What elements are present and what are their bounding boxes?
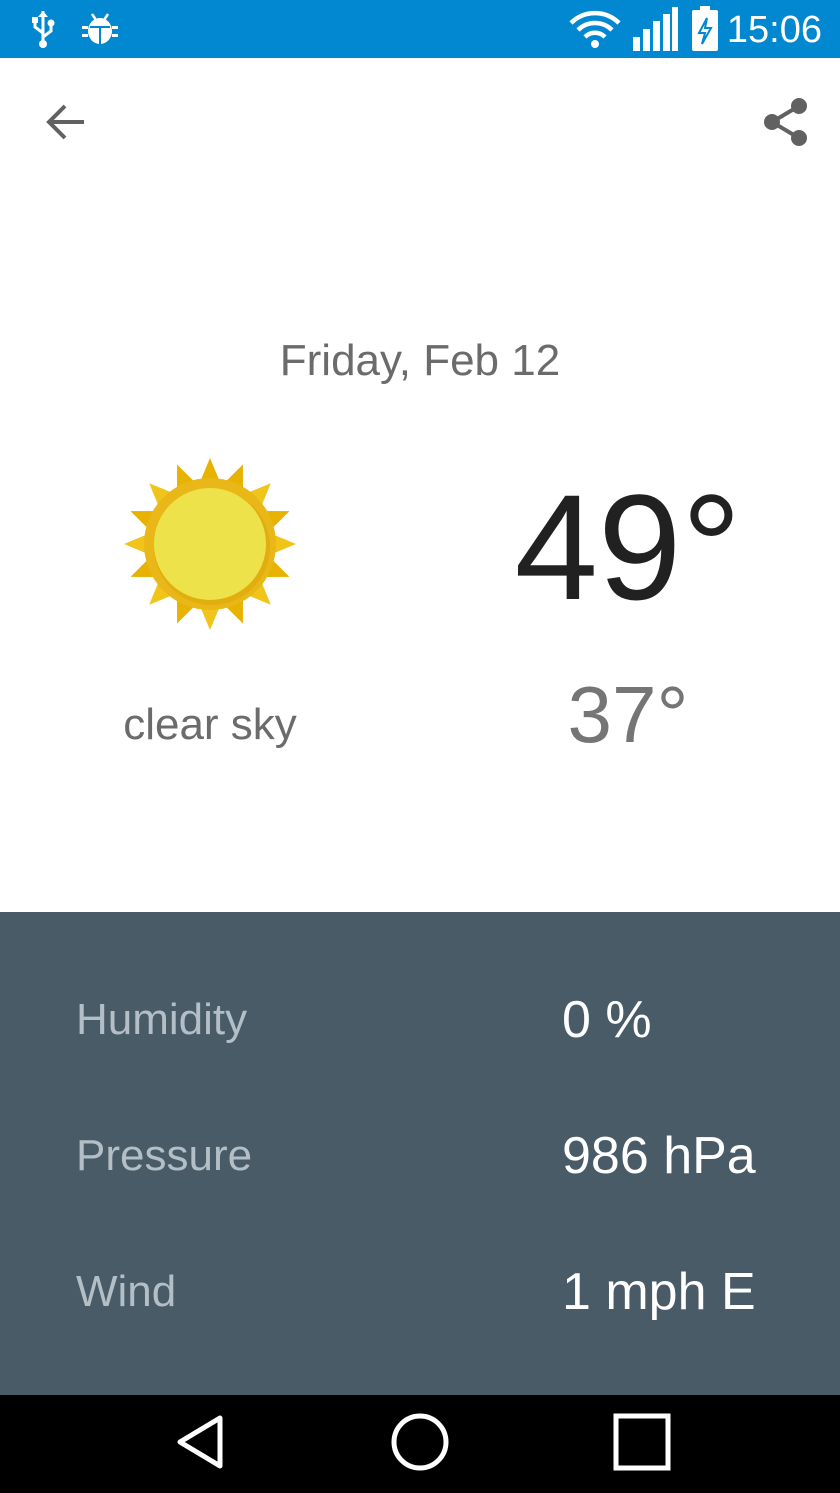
detail-row-humidity: Humidity 0 % — [0, 980, 840, 1060]
usb-icon — [28, 0, 58, 58]
humidity-value: 0 % — [562, 991, 652, 1049]
pressure-value: 986 hPa — [562, 1127, 756, 1185]
signal-icon — [630, 0, 680, 58]
wifi-icon — [568, 0, 622, 58]
forecast-date: Friday, Feb 12 — [279, 336, 561, 385]
share-icon — [763, 97, 809, 152]
share-button[interactable] — [746, 86, 826, 162]
status-time: 15:06 — [726, 9, 822, 51]
nav-back-button[interactable] — [140, 1395, 260, 1493]
android-debug-icon — [80, 0, 120, 58]
details-panel: Humidity 0 % Pressure 986 hPa Wind 1 mph… — [0, 912, 840, 1395]
battery-charging-icon — [688, 0, 722, 58]
navigation-bar — [0, 1395, 840, 1493]
wind-label: Wind — [76, 1267, 177, 1316]
back-button[interactable] — [26, 86, 106, 162]
arrow-back-icon — [44, 102, 88, 147]
back-triangle-icon — [172, 1412, 228, 1477]
high-temperature: 49° — [514, 463, 742, 631]
status-bar: 15:06 — [0, 0, 840, 58]
humidity-label: Humidity — [76, 995, 248, 1044]
nav-home-button[interactable] — [360, 1395, 480, 1493]
pressure-label: Pressure — [76, 1131, 253, 1180]
toolbar — [0, 58, 840, 188]
low-temperature: 37° — [567, 670, 689, 759]
sun-icon — [118, 452, 302, 636]
nav-recents-button[interactable] — [582, 1395, 702, 1493]
weather-condition: clear sky — [123, 700, 297, 749]
recents-square-icon — [613, 1413, 671, 1476]
detail-row-wind: Wind 1 mph E — [0, 1252, 840, 1332]
wind-value: 1 mph E — [562, 1263, 756, 1321]
home-circle-icon — [389, 1411, 451, 1478]
detail-row-pressure: Pressure 986 hPa — [0, 1116, 840, 1196]
